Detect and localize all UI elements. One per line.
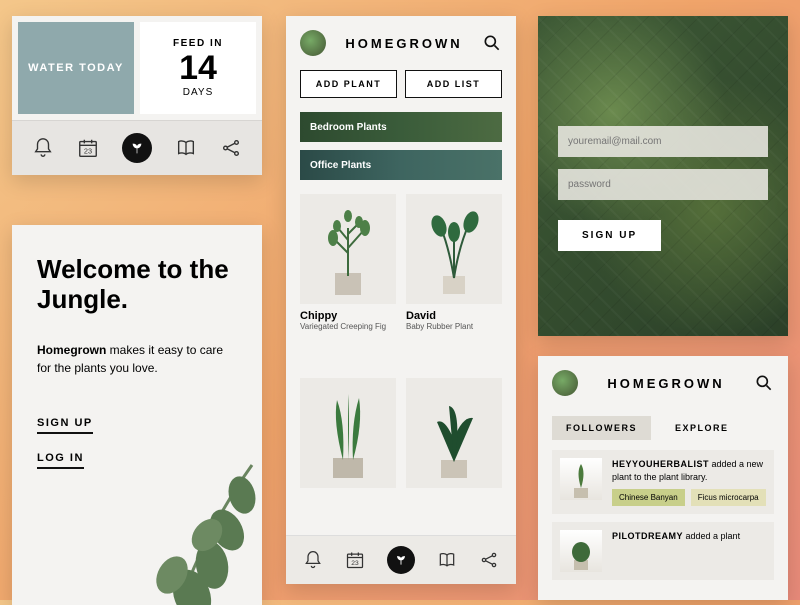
login-link[interactable]: LOG IN <box>37 452 84 469</box>
password-field[interactable] <box>558 169 768 200</box>
feed-header: HOMEGROWN <box>286 16 516 70</box>
tag[interactable]: Chinese Banyan <box>612 489 685 506</box>
tab-explore[interactable]: EXPLORE <box>661 416 743 440</box>
tab-bar: 23 <box>12 120 262 175</box>
feed-thumb <box>560 458 602 500</box>
signup-button[interactable]: SIGN UP <box>558 220 661 251</box>
search-icon[interactable] <box>482 33 502 53</box>
plant-card[interactable] <box>406 378 502 525</box>
plant-icon[interactable] <box>387 546 415 574</box>
plant-illustration <box>313 198 383 298</box>
welcome-screen: Welcome to the Jungle. Homegrown makes i… <box>12 225 262 605</box>
feed-text: HEYYOUHERBALIST added a new plant to the… <box>612 458 766 506</box>
email-field[interactable] <box>558 126 768 157</box>
list-banner-office[interactable]: Office Plants <box>300 150 502 180</box>
feed-in-label: FEED IN <box>173 38 223 49</box>
feed-in-unit: DAYS <box>183 87 214 98</box>
book-icon[interactable] <box>437 550 457 570</box>
svg-text:23: 23 <box>84 147 92 156</box>
signup-screen: SIGN UP <box>538 16 788 336</box>
feed-in-card[interactable]: FEED IN 14 DAYS <box>140 22 256 114</box>
add-plant-button[interactable]: ADD PLANT <box>300 70 397 98</box>
plant-illustration <box>313 382 383 482</box>
social-tabs: FOLLOWERS EXPLORE <box>538 410 788 450</box>
feed-username: PILOTDREAMY <box>612 531 683 541</box>
plant-illustration <box>419 198 489 298</box>
water-today-card[interactable]: WATER TODAY <box>18 22 134 114</box>
svg-text:23: 23 <box>351 560 359 567</box>
tab-followers[interactable]: FOLLOWERS <box>552 416 651 440</box>
plant-card[interactable]: David Baby Rubber Plant <box>406 194 502 368</box>
signup-form: SIGN UP <box>558 126 768 251</box>
water-today-label: WATER TODAY <box>28 62 124 74</box>
list-banner-bedroom[interactable]: Bedroom Plants <box>300 112 502 142</box>
signup-link[interactable]: SIGN UP <box>37 417 93 434</box>
share-icon[interactable] <box>220 137 242 159</box>
feed-item[interactable]: HEYYOUHERBALIST added a new plant to the… <box>552 450 774 514</box>
plant-subtitle: Baby Rubber Plant <box>406 322 502 331</box>
welcome-body: Homegrown makes it easy to care for the … <box>37 341 237 377</box>
feed-screen: HOMEGROWN ADD PLANT ADD LIST Bedroom Pla… <box>286 16 516 584</box>
feed-username: HEYYOUHERBALIST <box>612 459 709 469</box>
plant-name: David <box>406 310 502 322</box>
social-screen: HOMEGROWN FOLLOWERS EXPLORE HEYYOUHERBAL… <box>538 356 788 600</box>
brand-title: HOMEGROWN <box>588 376 744 391</box>
feed-list: HEYYOUHERBALIST added a new plant to the… <box>538 450 788 580</box>
avatar[interactable] <box>552 370 578 396</box>
calendar-icon[interactable]: 23 <box>77 137 99 159</box>
plant-card[interactable] <box>300 378 396 525</box>
share-icon[interactable] <box>479 550 499 570</box>
book-icon[interactable] <box>175 137 197 159</box>
tag[interactable]: Ficus microcarpa <box>691 489 766 506</box>
plant-name: Chippy <box>300 310 396 322</box>
feed-text: PILOTDREAMY added a plant <box>612 530 740 572</box>
brand-title: HOMEGROWN <box>336 36 472 51</box>
plant-illustration <box>419 382 489 482</box>
plant-icon[interactable] <box>122 133 152 163</box>
social-header: HOMEGROWN <box>538 356 788 410</box>
bell-icon[interactable] <box>32 137 54 159</box>
search-icon[interactable] <box>754 373 774 393</box>
feed-thumb <box>560 530 602 572</box>
reminder-widget: WATER TODAY FEED IN 14 DAYS 23 <box>12 16 262 175</box>
feed-in-days: 14 <box>179 51 217 85</box>
welcome-brand: Homegrown <box>37 343 106 357</box>
avatar[interactable] <box>300 30 326 56</box>
feed-item[interactable]: PILOTDREAMY added a plant <box>552 522 774 580</box>
calendar-icon[interactable]: 23 <box>345 550 365 570</box>
plant-subtitle: Variegated Creeping Fig <box>300 322 396 331</box>
eucalyptus-decoration <box>112 435 262 605</box>
welcome-title: Welcome to the Jungle. <box>37 255 237 315</box>
add-list-button[interactable]: ADD LIST <box>405 70 502 98</box>
plant-card[interactable]: Chippy Variegated Creeping Fig <box>300 194 396 368</box>
bell-icon[interactable] <box>303 550 323 570</box>
nav-bar: 23 <box>286 535 516 584</box>
plant-grid: Chippy Variegated Creeping Fig David Bab… <box>286 184 516 535</box>
